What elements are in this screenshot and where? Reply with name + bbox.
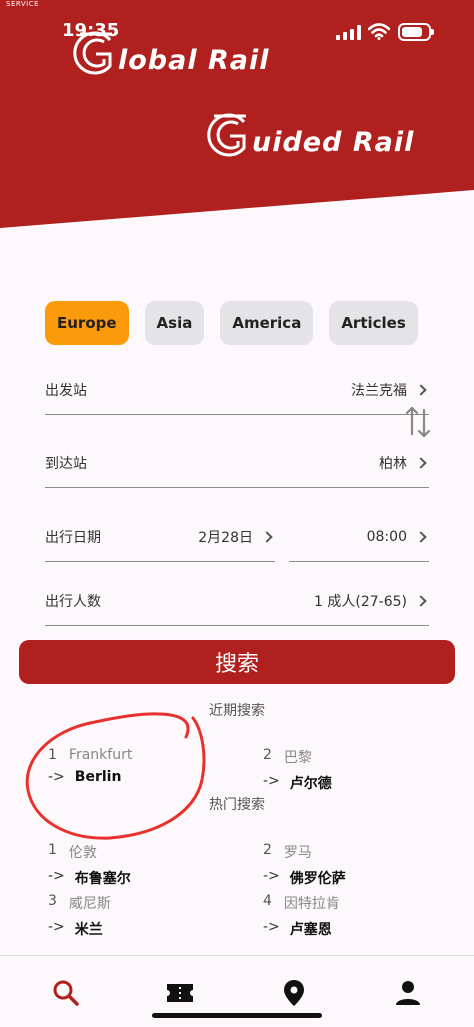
item-arrow: ->	[263, 919, 280, 935]
passengers-label: 出行人数	[45, 593, 101, 610]
item-number: 1	[48, 842, 57, 858]
battery-icon	[398, 23, 434, 41]
global-rail-text: lobal Rail	[118, 45, 270, 76]
popular-item[interactable]: 1 伦敦 -> 布鲁塞尔	[48, 842, 131, 888]
date-row[interactable]: 出行日期 2月28日	[45, 512, 275, 562]
item-to: Berlin	[74, 769, 122, 785]
guided-rail-logo-mark	[207, 113, 246, 157]
time-row[interactable]: 08:00	[289, 512, 429, 562]
arrival-row[interactable]: 到达站 柏林	[45, 438, 429, 488]
item-from: 伦敦	[68, 845, 97, 861]
wifi-icon	[368, 23, 390, 40]
item-from: 巴黎	[283, 750, 312, 766]
departure-value: 法兰克福	[351, 382, 407, 399]
item-number: 2	[263, 747, 272, 763]
item-from: 罗马	[283, 845, 312, 861]
item-arrow: ->	[263, 773, 280, 789]
global-rail-logo: lobal Rail	[66, 28, 270, 78]
ticket-icon[interactable]	[165, 978, 195, 1008]
guided-rail-text: uided Rail	[252, 127, 415, 158]
carrier-label: SERVICE	[6, 0, 40, 8]
recent-item[interactable]: 2 巴黎 -> 卢尔德	[263, 747, 332, 793]
home-indicator	[152, 1013, 322, 1018]
popular-item[interactable]: 3 威尼斯 -> 米兰	[48, 893, 111, 939]
popular-item[interactable]: 2 罗马 -> 佛罗伦萨	[263, 842, 346, 888]
item-arrow: ->	[48, 769, 65, 785]
date-value: 2月28日	[198, 529, 253, 546]
item-number: 2	[263, 842, 272, 858]
passengers-value: 1 成人(27-65)	[314, 593, 407, 610]
chevron-right-icon	[415, 456, 427, 469]
item-to: 卢塞恩	[289, 922, 332, 938]
tab-articles[interactable]: Articles	[329, 301, 418, 345]
item-to: 佛罗伦萨	[289, 871, 346, 887]
item-number: 1	[48, 747, 57, 763]
popular-searches-title: 热门搜索	[209, 797, 265, 813]
guided-rail-logo: uided Rail	[200, 110, 414, 160]
departure-label: 出发站	[45, 382, 87, 399]
item-number: 3	[48, 893, 57, 909]
tab-america[interactable]: America	[220, 301, 314, 345]
arrival-value: 柏林	[379, 455, 407, 472]
chevron-right-icon	[415, 383, 427, 396]
item-arrow: ->	[263, 868, 280, 884]
person-icon[interactable]	[393, 978, 423, 1008]
time-value: 08:00	[366, 528, 407, 545]
region-tabs: Europe Asia America Articles	[45, 301, 418, 345]
item-from: 因特拉肯	[283, 896, 340, 912]
search-icon[interactable]	[51, 978, 81, 1008]
item-arrow: ->	[48, 919, 65, 935]
item-arrow: ->	[48, 868, 65, 884]
recent-searches-title: 近期搜索	[209, 703, 265, 719]
item-to: 米兰	[74, 922, 103, 938]
chevron-right-icon	[261, 530, 273, 543]
item-number: 4	[263, 893, 272, 909]
popular-item[interactable]: 4 因特拉肯 -> 卢塞恩	[263, 893, 340, 939]
recent-item[interactable]: 1 Frankfurt -> Berlin	[48, 747, 132, 785]
search-button[interactable]: 搜索	[19, 640, 455, 684]
chevron-right-icon	[415, 530, 427, 543]
passengers-row[interactable]: 出行人数 1 成人(27-65)	[45, 576, 429, 626]
departure-row[interactable]: 出发站 法兰克福	[45, 365, 429, 415]
tab-asia[interactable]: Asia	[144, 301, 205, 345]
arrival-label: 到达站	[45, 455, 87, 472]
signal-icon	[336, 25, 361, 40]
item-to: 卢尔德	[289, 776, 332, 792]
swap-stations-icon[interactable]	[404, 404, 432, 440]
location-pin-icon[interactable]	[279, 978, 309, 1008]
item-from: Frankfurt	[68, 747, 133, 763]
chevron-right-icon	[415, 594, 427, 607]
date-label: 出行日期	[45, 529, 101, 546]
tab-europe[interactable]: Europe	[45, 301, 129, 345]
item-to: 布鲁塞尔	[74, 871, 131, 887]
global-rail-logo-mark	[73, 31, 112, 75]
item-from: 威尼斯	[68, 896, 111, 912]
